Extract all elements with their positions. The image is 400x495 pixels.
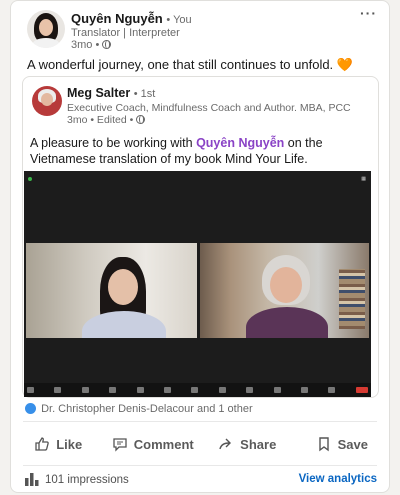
reshared-text-before: A pleasure to be working with [30,136,197,150]
participant-body [82,311,166,338]
author-avatar[interactable] [27,10,65,48]
view-analytics-link[interactable]: View analytics [299,473,377,485]
author-name-line[interactable]: Quyên Nguyễn • You [71,11,192,26]
reshared-author-name[interactable]: Meg Salter [67,86,130,100]
like-button[interactable]: Like [11,425,106,463]
post-time: 3mo • [71,39,100,51]
share-label: Share [240,436,277,452]
chat-icon [136,387,144,393]
security-icon [28,177,32,181]
reshared-author-avatar[interactable] [32,86,62,116]
like-reaction-icon [25,403,36,414]
comment-icon [113,438,127,452]
reshared-text: A pleasure to be working with Quyên Nguy… [30,135,360,167]
end-call-icon [355,387,368,393]
reshared-author-relation: • 1st [133,88,156,100]
participant-face [270,267,302,303]
author-relation: • You [166,14,192,26]
post-text: A wonderful journey, one that still cont… [27,57,334,72]
reactions-text[interactable]: Dr. Christopher Denis-Delacour and 1 oth… [41,403,253,415]
more-options-button[interactable]: ··· [360,5,377,21]
mic-icon [27,387,34,393]
avatar-face [39,19,53,36]
impressions-count: 101 impressions [45,473,129,486]
divider [23,465,377,466]
security-icon [81,387,89,393]
orange-heart-emoji: 🧡 [336,57,353,72]
share-arrow-icon [219,438,232,450]
thumbs-up-icon [35,437,50,451]
avatar-face [41,93,53,106]
globe-icon [136,115,146,124]
reshared-time: 3mo • Edited • [67,114,134,126]
share-screen-icon [164,387,172,393]
mention-link[interactable]: Quyên Nguyễn [196,136,284,150]
comment-label: Comment [133,436,194,452]
reshared-author-headline: Executive Coach, Mindfulness Coach and A… [67,102,351,114]
author-name[interactable]: Quyên Nguyễn [71,11,163,26]
more-icon [328,387,336,393]
impressions[interactable]: 101 impressions [25,473,129,486]
participant-video-left [26,243,197,338]
notes-icon [301,387,309,393]
post-text-line: A wonderful journey, one that still cont… [27,57,353,73]
video-call-image[interactable]: ▦ [24,171,371,397]
globe-icon [102,40,112,49]
camera-icon [54,387,62,393]
reactions-summary[interactable]: Dr. Christopher Denis-Delacour and 1 oth… [25,403,253,415]
participant-body [246,307,328,338]
action-bar: Like Comment Share Save [11,425,389,463]
reactions-icon [218,387,226,393]
participant-face [108,269,138,305]
whiteboard-icon [273,387,281,393]
author-headline: Translator | Interpreter [71,27,180,39]
post-card: Quyên Nguyễn • You Translator | Interpre… [10,0,390,493]
save-label: Save [337,436,368,452]
bar-chart-icon [25,473,39,486]
reshared-author-line[interactable]: Meg Salter • 1st [67,86,155,100]
participants-icon [109,387,117,393]
apps-icon [246,387,254,393]
record-icon [191,387,199,393]
meeting-toolbar [24,383,371,397]
view-icon: ▦ [361,176,366,182]
avatar-body [32,38,60,48]
save-button[interactable]: Save [295,425,390,463]
bookshelf [339,269,365,329]
share-button[interactable]: Share [200,425,295,463]
reshared-time-line: 3mo • Edited • [67,114,146,126]
divider [23,421,377,422]
reshared-post[interactable]: Meg Salter • 1st Executive Coach, Mindfu… [22,76,379,398]
participant-video-right [200,243,369,338]
like-label: Like [56,436,83,452]
post-time-line: 3mo • [71,39,112,51]
bookmark-icon [318,437,329,452]
comment-button[interactable]: Comment [106,425,201,463]
